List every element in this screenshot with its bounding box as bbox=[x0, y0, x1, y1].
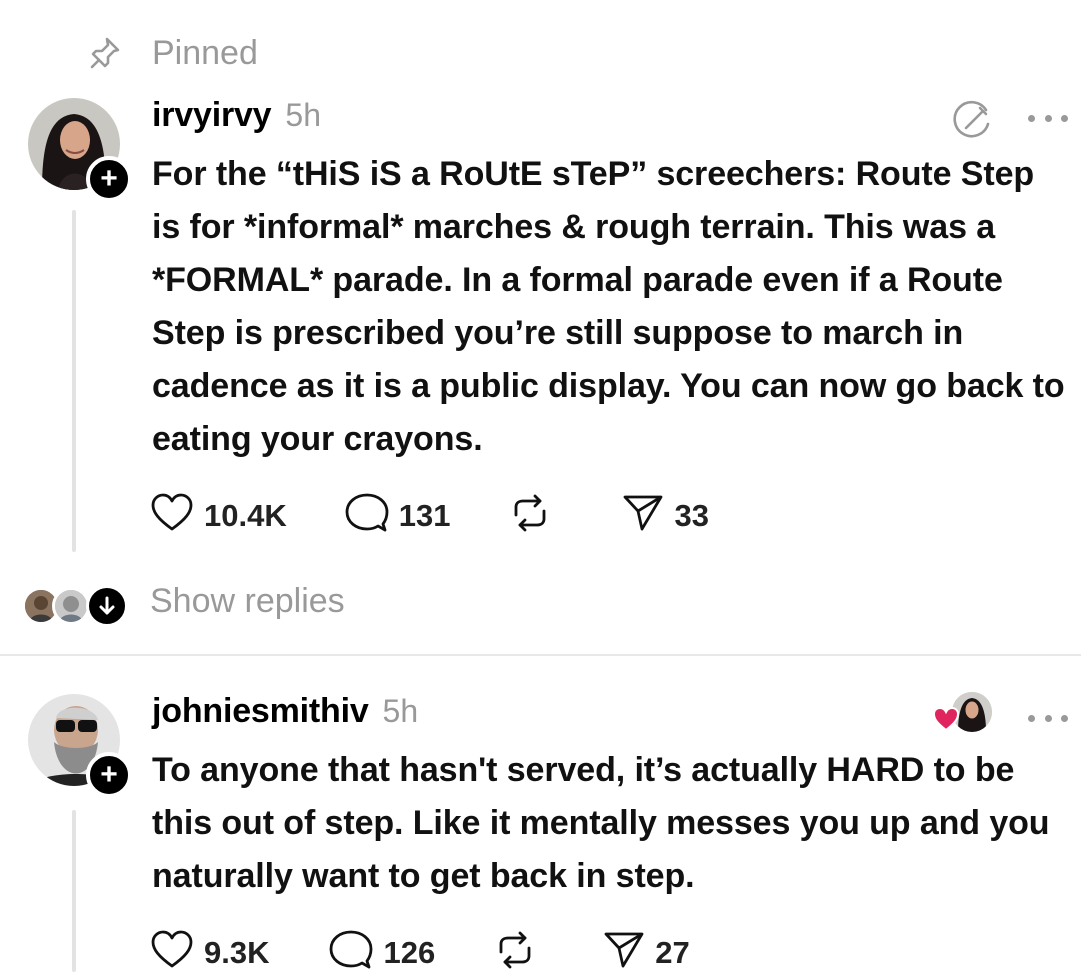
like-count: 10.4K bbox=[204, 497, 287, 533]
more-icon[interactable] bbox=[1028, 706, 1068, 730]
like-button[interactable]: 9.3K bbox=[150, 930, 269, 975]
repost-icon bbox=[508, 493, 552, 538]
reply-count: 131 bbox=[398, 497, 451, 533]
like-count: 9.3K bbox=[204, 934, 270, 970]
reply-button[interactable]: 126 bbox=[329, 929, 435, 976]
action-bar: 10.4K 131 33 bbox=[150, 492, 709, 539]
reply-button[interactable]: 131 bbox=[345, 492, 451, 539]
share-count: 33 bbox=[674, 497, 709, 533]
red-heart-icon bbox=[932, 706, 960, 737]
username[interactable]: irvyirvy bbox=[152, 96, 272, 135]
pin-icon bbox=[88, 36, 122, 70]
send-icon bbox=[622, 493, 664, 538]
timestamp[interactable]: 5h bbox=[285, 97, 321, 134]
repost-button[interactable] bbox=[508, 493, 552, 538]
repost-icon bbox=[493, 930, 537, 975]
post-text: To anyone that hasn't served, it’s actua… bbox=[152, 751, 1050, 895]
thread-line bbox=[72, 810, 76, 972]
share-button[interactable]: 33 bbox=[622, 493, 709, 538]
post-text: For the “tHiS iS a RoUtE sTeP” screecher… bbox=[152, 155, 1065, 458]
share-count: 27 bbox=[655, 934, 690, 970]
reply-count: 126 bbox=[383, 934, 436, 970]
more-icon[interactable] bbox=[1028, 106, 1068, 130]
follow-plus-icon[interactable]: + bbox=[86, 156, 132, 202]
thread-line bbox=[72, 210, 76, 552]
arrow-down-icon bbox=[86, 585, 128, 627]
liked-by-author-indicator bbox=[932, 690, 996, 738]
follow-plus-icon[interactable]: + bbox=[86, 752, 132, 798]
post-header: johniesmithiv 5h bbox=[152, 692, 418, 731]
username[interactable]: johniesmithiv bbox=[152, 692, 369, 731]
repost-button[interactable] bbox=[493, 930, 537, 975]
post-header: irvyirvy 5h bbox=[152, 96, 321, 135]
edit-icon[interactable] bbox=[950, 98, 994, 142]
pinned-label: Pinned bbox=[152, 33, 258, 72]
send-icon bbox=[603, 930, 645, 975]
like-button[interactable]: 10.4K bbox=[150, 493, 287, 538]
comment-icon bbox=[345, 492, 389, 539]
pinned-indicator: Pinned bbox=[88, 28, 258, 78]
divider bbox=[0, 654, 1081, 656]
reply-avatars[interactable] bbox=[22, 584, 132, 627]
show-replies-link[interactable]: Show replies bbox=[150, 582, 345, 621]
heart-icon bbox=[150, 493, 194, 538]
timestamp[interactable]: 5h bbox=[383, 693, 419, 730]
share-button[interactable]: 27 bbox=[603, 930, 690, 975]
action-bar: 9.3K 126 27 bbox=[150, 929, 690, 976]
comment-icon bbox=[329, 929, 373, 976]
avatar bbox=[52, 587, 90, 625]
heart-icon bbox=[150, 930, 194, 975]
